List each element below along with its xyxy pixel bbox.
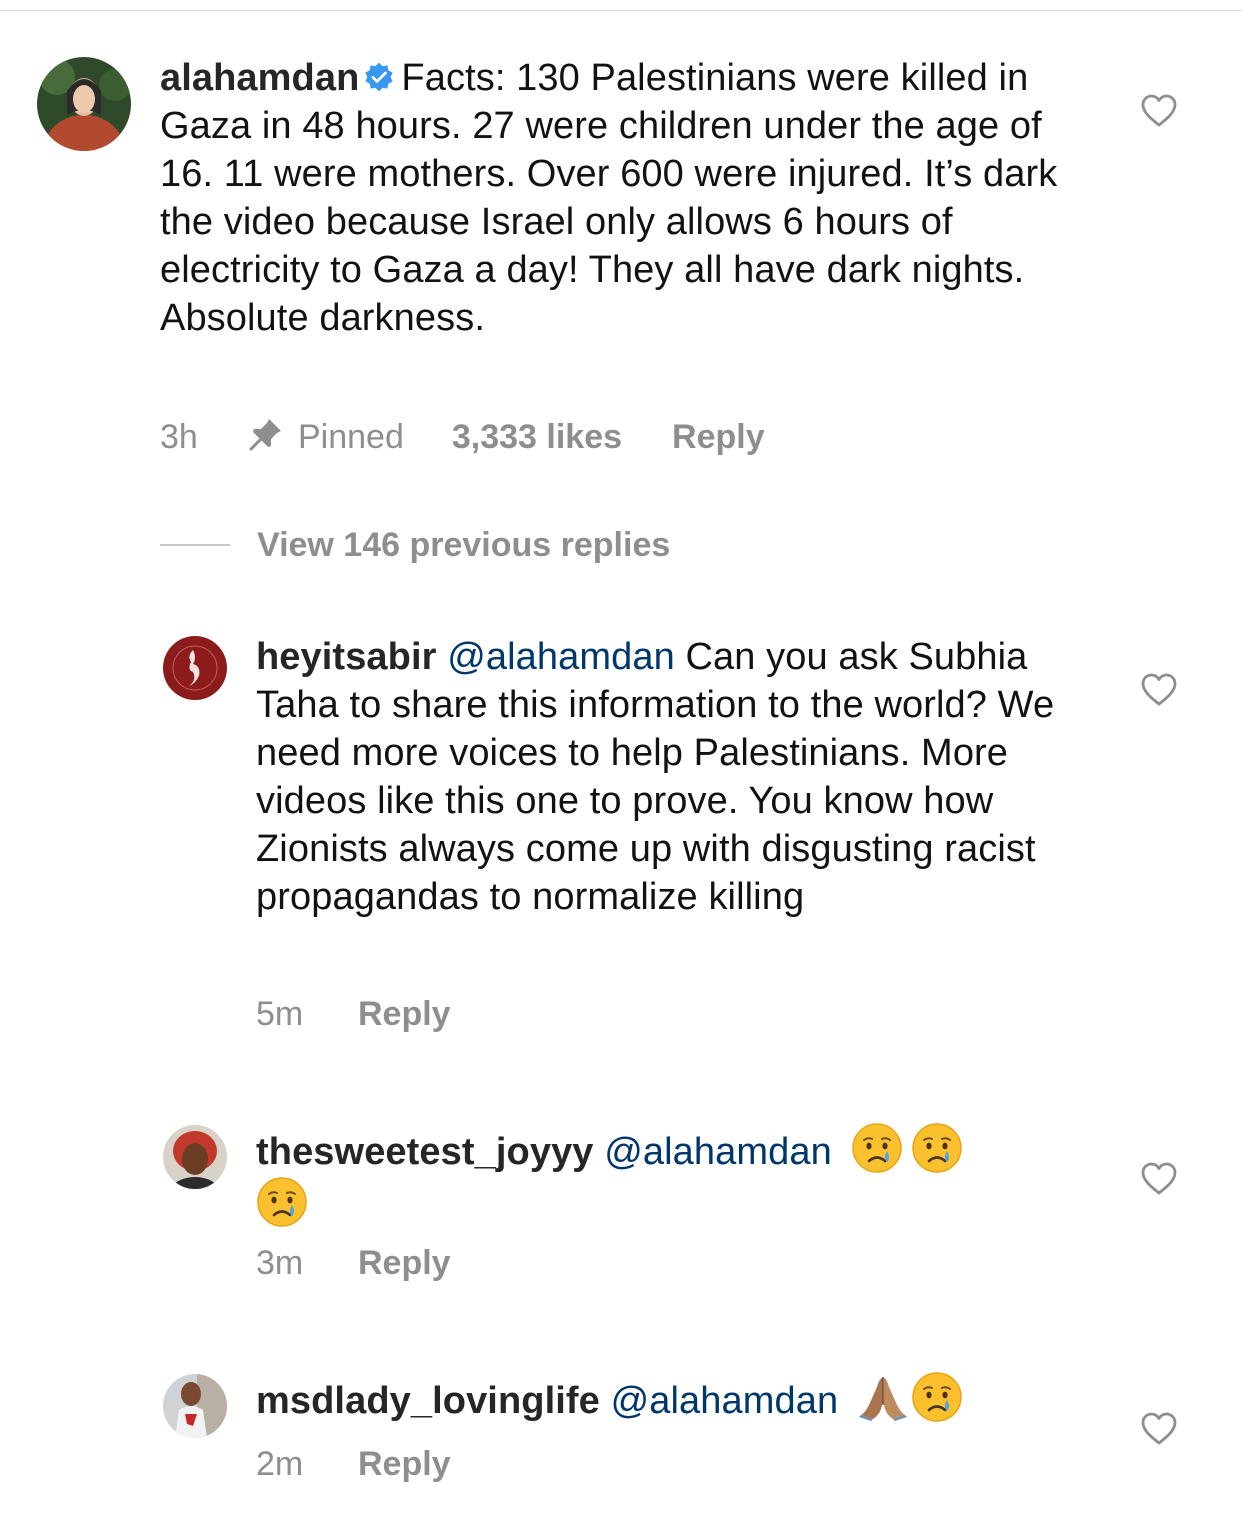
mention-link[interactable]: @alahamdan [611,1380,839,1422]
crying-face-emoji-icon [911,1123,962,1173]
comment-text-block: thesweetest_joyyy @alahamdan [256,1122,1071,1230]
like-button[interactable] [1140,671,1178,707]
verified-badge-icon [365,62,394,92]
crying-face-emoji-icon [257,1177,307,1227]
top-divider [0,10,1242,11]
reply-button[interactable]: Reply [358,1444,451,1484]
timestamp: 3h [160,418,198,456]
avatar[interactable] [163,1125,227,1189]
comment-meta: 2m Reply [256,1444,451,1484]
crying-face-emoji-icon [912,1372,962,1422]
comment-meta: 5m Reply [256,994,451,1034]
comment-meta: 3h Pinned 3,333 likes Reply [160,416,765,457]
avatar-image-alahamdan [37,57,131,151]
mention-link[interactable]: @alahamdan [604,1131,832,1173]
avatar[interactable] [163,636,227,700]
folded-hands-emoji-icon [858,1377,907,1421]
like-button[interactable] [1140,92,1178,128]
comment-text-block: heyitsabir @alahamdan Can you ask Subhia… [256,633,1071,921]
heart-outline-icon [1141,1162,1177,1195]
timestamp: 2m [256,1445,304,1483]
pinned-label: Pinned [298,418,404,456]
username[interactable]: thesweetest_joyyy [256,1131,594,1173]
mention-link[interactable]: @alahamdan [447,636,675,678]
reply-button[interactable]: Reply [358,994,451,1034]
username[interactable]: heyitsabir [256,636,437,678]
comment-text-block: msdlady_lovinglife @alahamdan [256,1371,1071,1425]
like-button[interactable] [1140,1410,1178,1446]
comment-meta: 3m Reply [256,1243,451,1283]
heart-outline-icon [1141,673,1177,706]
comment-text-block: alahamdan Facts: 130 Palestinians were k… [160,54,1070,342]
avatar[interactable] [37,57,131,151]
reply-button[interactable]: Reply [358,1243,451,1283]
avatar-image-msdlady-lovinglife [163,1374,227,1438]
username[interactable]: msdlady_lovinglife [256,1380,600,1422]
avatar[interactable] [163,1374,227,1438]
timestamp: 3m [256,1244,304,1282]
crying-face-emoji-icon [851,1123,902,1173]
avatar-image-heyitsabir [163,636,227,700]
pin-icon [249,419,281,451]
heart-outline-icon [1141,94,1177,127]
comment-text: Can you ask Subhia Taha to share this in… [256,636,1055,918]
likes-count[interactable]: 3,333 likes [452,417,622,457]
timestamp: 5m [256,995,304,1033]
replies-divider-line [160,544,230,546]
view-previous-replies-label[interactable]: View 146 previous replies [257,525,670,565]
like-button[interactable] [1140,1160,1178,1196]
avatar-image-thesweetest-joyyy [163,1125,227,1189]
heart-outline-icon [1141,1412,1177,1445]
reply-button[interactable]: Reply [672,417,765,457]
comment-text: Facts: 130 Palestinians were killed in G… [160,57,1058,339]
username[interactable]: alahamdan [160,57,359,99]
